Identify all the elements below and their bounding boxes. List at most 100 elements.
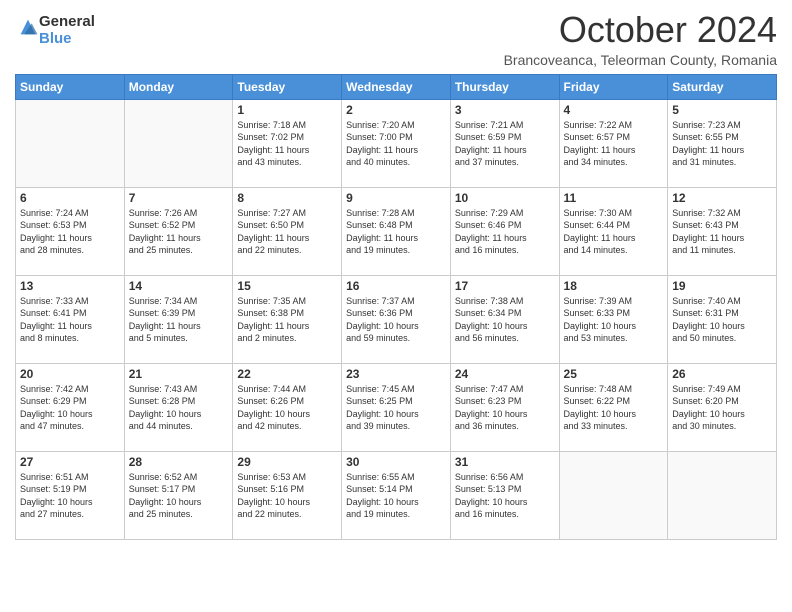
day-info: Sunrise: 7:30 AM Sunset: 6:44 PM Dayligh… <box>564 207 664 257</box>
header: General Blue October 2024 Brancoveanca, … <box>15 10 777 68</box>
day-number: 1 <box>237 103 337 117</box>
calendar-cell: 25 Sunrise: 7:48 AM Sunset: 6:22 PM Dayli… <box>559 363 668 451</box>
day-info: Sunrise: 7:35 AM Sunset: 6:38 PM Dayligh… <box>237 295 337 345</box>
day-info: Sunrise: 6:51 AM Sunset: 5:19 PM Dayligh… <box>20 471 120 521</box>
calendar-cell: 30 Sunrise: 6:55 AM Sunset: 5:14 PM Dayli… <box>342 451 451 539</box>
day-number: 16 <box>346 279 446 293</box>
calendar-cell: 18Sunrise: 7:39 AM Sunset: 6:33 PM Dayli… <box>559 275 668 363</box>
calendar-cell: 15 Sunrise: 7:35 AM Sunset: 6:38 PM Dayli… <box>233 275 342 363</box>
week-row-2: 6 Sunrise: 7:24 AM Sunset: 6:53 PM Daylig… <box>16 187 777 275</box>
day-info: Sunrise: 7:38 AM Sunset: 6:34 PM Dayligh… <box>455 295 555 345</box>
day-number: 13 <box>20 279 120 293</box>
day-info: Sunrise: 6:53 AM Sunset: 5:16 PM Dayligh… <box>237 471 337 521</box>
day-info: Sunrise: 7:20 AM Sunset: 7:00 PM Dayligh… <box>346 119 446 169</box>
day-number: 19 <box>672 279 772 293</box>
logo-general-label: General <box>39 14 95 31</box>
weekday-header-monday: Monday <box>124 74 233 99</box>
day-info: Sunrise: 7:18 AM Sunset: 7:02 PM Dayligh… <box>237 119 337 169</box>
day-info: Sunrise: 7:29 AM Sunset: 6:46 PM Dayligh… <box>455 207 555 257</box>
calendar-cell: 22 Sunrise: 7:44 AM Sunset: 6:26 PM Dayli… <box>233 363 342 451</box>
weekday-header-wednesday: Wednesday <box>342 74 451 99</box>
calendar-cell: 17 Sunrise: 7:38 AM Sunset: 6:34 PM Dayli… <box>450 275 559 363</box>
calendar-cell <box>16 99 125 187</box>
day-number: 17 <box>455 279 555 293</box>
day-number: 22 <box>237 367 337 381</box>
day-info: Sunrise: 7:34 AM Sunset: 6:39 PM Dayligh… <box>129 295 229 345</box>
month-title: October 2024 <box>504 10 777 50</box>
day-number: 5 <box>672 103 772 117</box>
calendar-cell: 8 Sunrise: 7:27 AM Sunset: 6:50 PM Daylig… <box>233 187 342 275</box>
day-number: 21 <box>129 367 229 381</box>
day-info: Sunrise: 6:56 AM Sunset: 5:13 PM Dayligh… <box>455 471 555 521</box>
day-number: 8 <box>237 191 337 205</box>
day-number: 28 <box>129 455 229 469</box>
day-number: 2 <box>346 103 446 117</box>
calendar-cell: 29 Sunrise: 6:53 AM Sunset: 5:16 PM Dayli… <box>233 451 342 539</box>
week-row-1: 1 Sunrise: 7:18 AM Sunset: 7:02 PM Daylig… <box>16 99 777 187</box>
calendar-cell: 31 Sunrise: 6:56 AM Sunset: 5:13 PM Dayli… <box>450 451 559 539</box>
day-number: 15 <box>237 279 337 293</box>
calendar-cell: 16 Sunrise: 7:37 AM Sunset: 6:36 PM Dayli… <box>342 275 451 363</box>
day-number: 30 <box>346 455 446 469</box>
day-number: 12 <box>672 191 772 205</box>
calendar-cell: 2 Sunrise: 7:20 AM Sunset: 7:00 PM Daylig… <box>342 99 451 187</box>
day-info: Sunrise: 6:52 AM Sunset: 5:17 PM Dayligh… <box>129 471 229 521</box>
calendar-cell: 11Sunrise: 7:30 AM Sunset: 6:44 PM Dayli… <box>559 187 668 275</box>
calendar-table: SundayMondayTuesdayWednesdayThursdayFrid… <box>15 74 777 540</box>
day-info: Sunrise: 7:44 AM Sunset: 6:26 PM Dayligh… <box>237 383 337 433</box>
weekday-header-thursday: Thursday <box>450 74 559 99</box>
day-info: Sunrise: 7:39 AM Sunset: 6:33 PM Dayligh… <box>564 295 664 345</box>
day-number: 3 <box>455 103 555 117</box>
week-row-5: 27Sunrise: 6:51 AM Sunset: 5:19 PM Dayli… <box>16 451 777 539</box>
calendar-cell: 27Sunrise: 6:51 AM Sunset: 5:19 PM Dayli… <box>16 451 125 539</box>
calendar-cell <box>124 99 233 187</box>
subtitle: Brancoveanca, Teleorman County, Romania <box>504 52 777 68</box>
day-number: 31 <box>455 455 555 469</box>
day-number: 4 <box>564 103 664 117</box>
day-info: Sunrise: 7:27 AM Sunset: 6:50 PM Dayligh… <box>237 207 337 257</box>
day-info: Sunrise: 7:43 AM Sunset: 6:28 PM Dayligh… <box>129 383 229 433</box>
calendar-cell: 5 Sunrise: 7:23 AM Sunset: 6:55 PM Daylig… <box>668 99 777 187</box>
day-info: Sunrise: 7:24 AM Sunset: 6:53 PM Dayligh… <box>20 207 120 257</box>
calendar-cell: 12 Sunrise: 7:32 AM Sunset: 6:43 PM Dayli… <box>668 187 777 275</box>
week-row-3: 13 Sunrise: 7:33 AM Sunset: 6:41 PM Dayli… <box>16 275 777 363</box>
calendar-cell: 1 Sunrise: 7:18 AM Sunset: 7:02 PM Daylig… <box>233 99 342 187</box>
day-number: 6 <box>20 191 120 205</box>
day-number: 14 <box>129 279 229 293</box>
calendar-cell: 9Sunrise: 7:28 AM Sunset: 6:48 PM Daylig… <box>342 187 451 275</box>
day-info: Sunrise: 7:23 AM Sunset: 6:55 PM Dayligh… <box>672 119 772 169</box>
day-number: 7 <box>129 191 229 205</box>
calendar-cell: 26Sunrise: 7:49 AM Sunset: 6:20 PM Dayli… <box>668 363 777 451</box>
day-number: 29 <box>237 455 337 469</box>
weekday-header-tuesday: Tuesday <box>233 74 342 99</box>
day-number: 20 <box>20 367 120 381</box>
day-info: Sunrise: 7:33 AM Sunset: 6:41 PM Dayligh… <box>20 295 120 345</box>
calendar-cell: 21 Sunrise: 7:43 AM Sunset: 6:28 PM Dayli… <box>124 363 233 451</box>
weekday-header-saturday: Saturday <box>668 74 777 99</box>
day-info: Sunrise: 7:40 AM Sunset: 6:31 PM Dayligh… <box>672 295 772 345</box>
calendar-cell: 19 Sunrise: 7:40 AM Sunset: 6:31 PM Dayli… <box>668 275 777 363</box>
day-info: Sunrise: 7:21 AM Sunset: 6:59 PM Dayligh… <box>455 119 555 169</box>
day-info: Sunrise: 7:37 AM Sunset: 6:36 PM Dayligh… <box>346 295 446 345</box>
day-info: Sunrise: 7:47 AM Sunset: 6:23 PM Dayligh… <box>455 383 555 433</box>
day-number: 25 <box>564 367 664 381</box>
logo: General Blue <box>15 14 95 47</box>
day-info: Sunrise: 7:32 AM Sunset: 6:43 PM Dayligh… <box>672 207 772 257</box>
day-info: Sunrise: 7:48 AM Sunset: 6:22 PM Dayligh… <box>564 383 664 433</box>
calendar-cell: 28 Sunrise: 6:52 AM Sunset: 5:17 PM Dayli… <box>124 451 233 539</box>
day-info: Sunrise: 7:42 AM Sunset: 6:29 PM Dayligh… <box>20 383 120 433</box>
calendar-cell <box>668 451 777 539</box>
calendar-cell: 10 Sunrise: 7:29 AM Sunset: 6:46 PM Dayli… <box>450 187 559 275</box>
day-info: Sunrise: 7:26 AM Sunset: 6:52 PM Dayligh… <box>129 207 229 257</box>
calendar-cell: 23Sunrise: 7:45 AM Sunset: 6:25 PM Dayli… <box>342 363 451 451</box>
day-number: 10 <box>455 191 555 205</box>
page: General Blue October 2024 Brancoveanca, … <box>0 0 792 612</box>
calendar-cell <box>559 451 668 539</box>
day-info: Sunrise: 6:55 AM Sunset: 5:14 PM Dayligh… <box>346 471 446 521</box>
calendar-cell: 14 Sunrise: 7:34 AM Sunset: 6:39 PM Dayli… <box>124 275 233 363</box>
logo-blue-label: Blue <box>39 31 95 48</box>
weekday-header-friday: Friday <box>559 74 668 99</box>
title-section: October 2024 Brancoveanca, Teleorman Cou… <box>504 10 777 68</box>
day-info: Sunrise: 7:49 AM Sunset: 6:20 PM Dayligh… <box>672 383 772 433</box>
day-number: 9 <box>346 191 446 205</box>
